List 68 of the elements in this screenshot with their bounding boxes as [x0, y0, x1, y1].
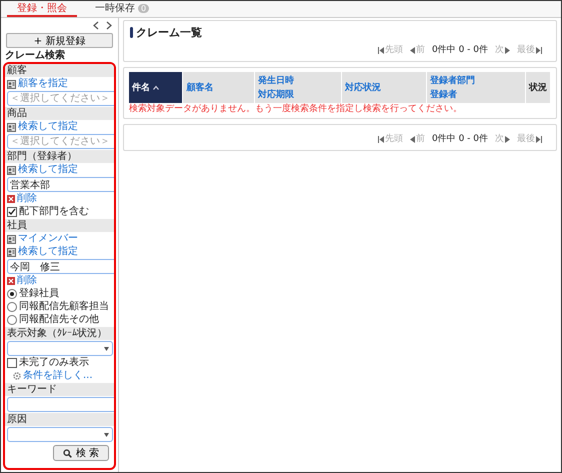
select-link[interactable]: 顧客を指定 — [18, 78, 68, 90]
id-card-icon — [7, 80, 16, 88]
skip-back-icon — [378, 46, 384, 54]
search-button[interactable]: 検 索 — [53, 445, 109, 461]
id-card-icon — [7, 166, 16, 174]
sort-column-header[interactable]: 顧客名 — [183, 72, 255, 103]
select-link[interactable]: 検索して指定 — [18, 246, 78, 258]
count-badge: 0 — [138, 4, 150, 13]
checkbox-label: 配下部門を含む — [19, 206, 89, 218]
section-heading: 顧客 — [5, 64, 114, 77]
input-field[interactable]: 営業本部 — [7, 177, 114, 192]
checkbox[interactable] — [7, 207, 17, 217]
sort-column-header[interactable]: 件名 — [129, 72, 184, 103]
page-info: 0件中 0 - 0件 — [432, 133, 488, 145]
sort-icon — [153, 85, 159, 90]
sort-column-header[interactable]: 登録者部門 登録者 — [427, 72, 526, 103]
skip-forward-icon — [536, 46, 542, 54]
caret-icon — [104, 346, 109, 350]
checkbox[interactable] — [7, 358, 17, 368]
checkbox-label: 未完了のみ表示 — [19, 357, 89, 369]
delete-link[interactable]: 削除 — [17, 275, 37, 287]
section-heading: 部門（登録者） — [5, 150, 114, 163]
section-heading: 商品 — [5, 107, 114, 120]
tab[interactable]: 登録・照会 — [7, 1, 77, 17]
detail-conditions-link[interactable]: 条件を詳しく... — [23, 370, 93, 382]
search-icon — [62, 448, 72, 458]
input-field[interactable]: 今岡 修三 — [7, 259, 114, 274]
input-field[interactable]: ＜選択してください＞ — [7, 91, 114, 106]
radio-button[interactable] — [7, 289, 17, 299]
skip-forward-icon — [536, 136, 542, 142]
select-link[interactable]: 検索して指定 — [18, 164, 78, 176]
close-icon[interactable] — [7, 277, 15, 285]
radio-label: 登録社員 — [19, 288, 59, 300]
id-card-icon — [7, 248, 16, 256]
sort-column-header[interactable]: 対応状況 — [342, 72, 428, 103]
triangle-left-icon — [410, 46, 415, 54]
tab[interactable]: 一時保存 0 — [85, 1, 160, 17]
triangle-left-icon — [410, 136, 415, 142]
chevron-left-icon[interactable] — [93, 21, 99, 30]
sort-column-header[interactable]: 発生日時 対応期限 — [254, 72, 342, 103]
radio-label: 同報配信先その他 — [19, 314, 99, 326]
radio-button[interactable] — [7, 315, 17, 325]
triangle-right-icon — [505, 136, 510, 142]
column-header: 状況 — [526, 72, 551, 103]
new-entry-button[interactable]: + 新規登録 — [6, 33, 113, 48]
list-title: クレーム一覧 — [136, 25, 202, 40]
close-icon[interactable] — [7, 195, 15, 203]
page-info: 0件中 0 - 0件 — [432, 44, 488, 56]
empty-message: 検索対象データがありません。もう一度検索条件を指定し検索を行ってください。 — [129, 103, 463, 115]
skip-back-icon — [378, 136, 384, 142]
select-link[interactable]: マイメンバー — [18, 233, 78, 245]
radio-button[interactable] — [7, 302, 17, 312]
id-card-icon — [7, 234, 16, 244]
section-heading: キーワード — [5, 383, 114, 396]
search-title: クレーム検索 — [5, 50, 66, 62]
gear-icon — [13, 372, 21, 380]
section-heading: 社員 — [5, 219, 114, 232]
input-field[interactable]: ＜選択してください＞ — [7, 134, 114, 149]
caret-icon — [104, 432, 109, 436]
id-card-icon — [7, 122, 16, 132]
delete-link[interactable]: 削除 — [17, 193, 37, 205]
triangle-right-icon — [505, 46, 510, 54]
section-heading: 表示対象（ｸﾚｰﾑ状況） — [5, 327, 114, 340]
radio-label: 同報配信先顧客担当 — [19, 301, 109, 313]
section-heading: 原因 — [5, 413, 114, 426]
select-link[interactable]: 検索して指定 — [18, 121, 78, 133]
chevron-right-icon[interactable] — [106, 21, 112, 30]
input-field[interactable] — [7, 397, 114, 412]
